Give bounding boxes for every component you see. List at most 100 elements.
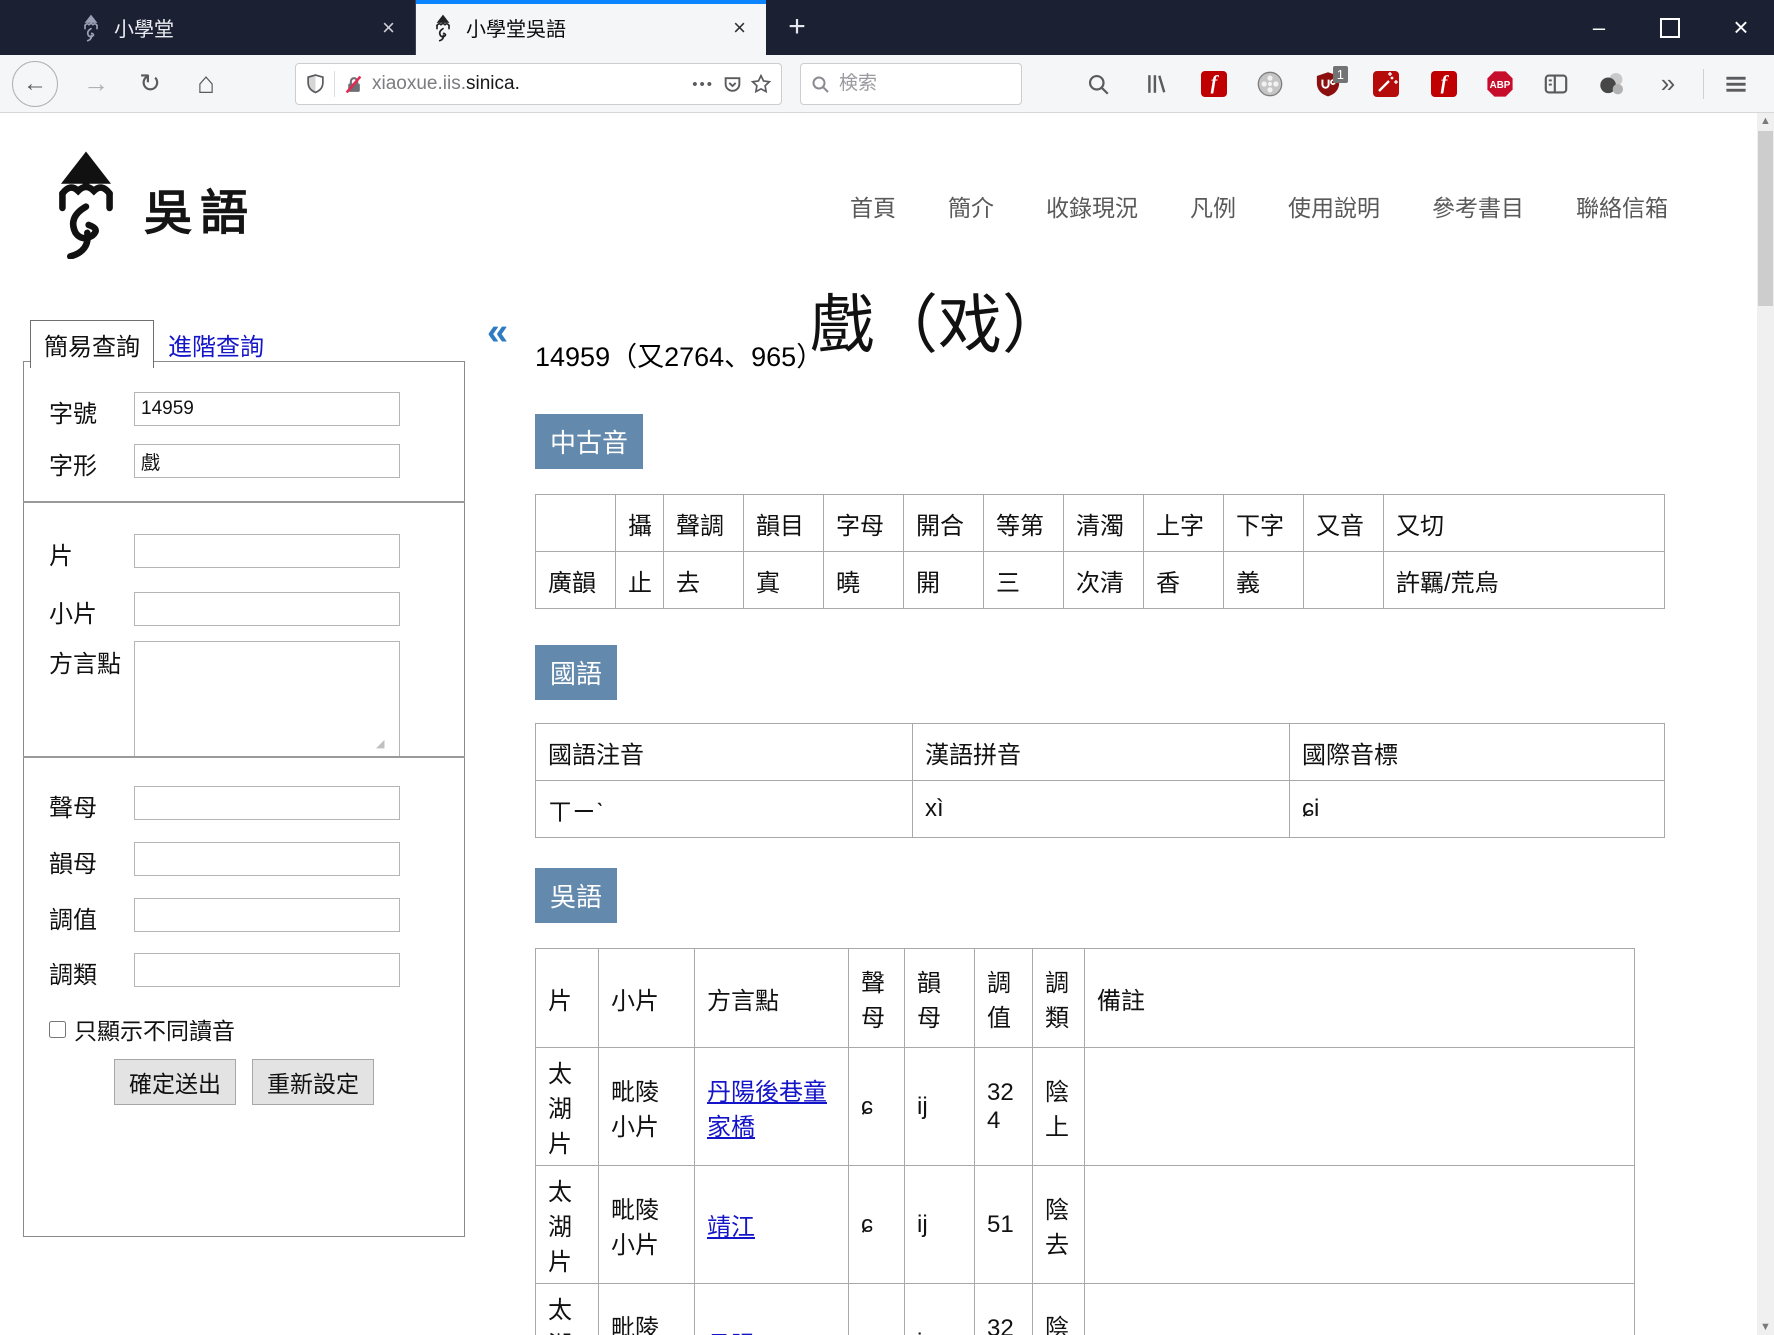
tab-simple-query[interactable]: 簡易查詢 (30, 320, 154, 368)
label-zixing: 字形 (49, 453, 97, 480)
dialect-point-link[interactable]: 丹陽後巷童家橋 (707, 1079, 827, 1141)
mandarin-table: 國語注音 漢語拼音 國際音標 ㄒㄧˋ xì ɕi (535, 723, 1665, 838)
submit-button[interactable]: 確定送出 (114, 1059, 236, 1105)
pocket-icon[interactable] (723, 75, 742, 94)
shengmu-input[interactable] (134, 786, 400, 820)
table-header-row: 國語注音 漢語拼音 國際音標 (535, 723, 1665, 781)
home-button[interactable]: ⌂ (186, 64, 226, 104)
insecure-lock-icon[interactable] (344, 75, 363, 94)
table-row: 太湖片毗陵小片 丹陽 ɕiz 324陰去 (535, 1283, 1635, 1335)
site-logo[interactable]: 吳語 (44, 149, 256, 259)
url-text[interactable]: xiaoxue.iis.sinica. (372, 73, 683, 95)
search-input[interactable] (837, 72, 1011, 96)
label-shengmu: 聲母 (49, 795, 97, 822)
browser-tab-xiaoxuetang[interactable]: 小學堂 × (64, 0, 416, 55)
zixing-input[interactable] (134, 444, 400, 478)
abp-label: ABP (1490, 80, 1511, 91)
maximize-icon (1660, 17, 1680, 38)
pian-input[interactable] (134, 534, 400, 568)
tab-title: 小學堂吳語 (466, 19, 566, 41)
video-downloader-icon[interactable] (1254, 68, 1286, 100)
nav-coverage[interactable]: 收錄現況 (1046, 189, 1138, 223)
spheres-addon-icon[interactable] (1596, 68, 1628, 100)
more-tools-icon[interactable]: » (1652, 68, 1684, 100)
nav-intro[interactable]: 簡介 (948, 189, 994, 223)
tracking-shield-icon[interactable] (306, 74, 325, 94)
url-subdomain: xiaoxue.iis. (372, 73, 466, 94)
forward-button[interactable]: → (76, 64, 116, 104)
nav-instructions[interactable]: 使用說明 (1288, 189, 1380, 223)
site-favicon-icon (84, 14, 98, 41)
label-pian: 片 (49, 543, 73, 570)
form-divider (23, 501, 465, 503)
back-button[interactable]: ← (12, 60, 58, 107)
collapse-sidebar-button[interactable]: « (487, 313, 508, 351)
nav-bibliography[interactable]: 參考書目 (1432, 189, 1524, 223)
table-header-row: 片小片 方言點 聲母 韻母 調值 調類 備註 (535, 948, 1635, 1048)
tab-title: 小學堂 (114, 19, 174, 41)
diaolei-input[interactable] (134, 953, 400, 987)
table-row: ㄒㄧˋ xì ɕi (535, 780, 1665, 838)
adblock-plus-icon[interactable]: ABP (1484, 68, 1516, 100)
query-form-panel: 字號 字形 片 小片 方言點 ◢ 聲母 韻母 調值 調類 只顯示不同讀音 確定送… (23, 361, 465, 1237)
scroll-down-icon[interactable]: ▼ (1757, 1319, 1774, 1335)
ublock-origin-icon[interactable]: 1 (1312, 65, 1348, 100)
label-yunmu: 韻母 (49, 851, 97, 878)
new-tab-button[interactable]: + (778, 8, 816, 46)
nav-contact[interactable]: 聯絡信箱 (1576, 189, 1668, 223)
nav-conventions[interactable]: 凡例 (1190, 189, 1236, 223)
form-divider (23, 756, 465, 758)
diaozhi-input[interactable] (134, 898, 400, 932)
library-icon[interactable] (1140, 68, 1172, 100)
different-readings-checkbox-row: 只顯示不同讀音 (49, 1012, 235, 1046)
vertical-scrollbar[interactable]: ▲ ▼ (1757, 113, 1774, 1335)
scroll-up-icon[interactable]: ▲ (1757, 113, 1774, 129)
label-diaozhi: 調值 (49, 907, 97, 934)
maximize-button[interactable] (1641, 0, 1699, 55)
textarea-resize-grip[interactable]: ◢ (376, 737, 384, 750)
logo-wordmark: 吳語 (144, 187, 257, 240)
reset-button[interactable]: 重新設定 (252, 1059, 374, 1105)
xiaopian-input[interactable] (134, 592, 400, 626)
tab-close-icon[interactable]: × (729, 15, 750, 41)
downthemall-wand-icon[interactable] (1370, 68, 1402, 100)
table-row: 廣韻止 去寘 曉開 三次清 香義 許羈/荒烏 (535, 551, 1665, 609)
fangyandian-textarea[interactable] (134, 641, 400, 757)
search-icon (812, 76, 829, 93)
reload-button[interactable]: ↻ (130, 64, 170, 104)
url-divider (334, 71, 335, 97)
dialect-point-link[interactable]: 靖江 (707, 1214, 755, 1241)
window-close-button[interactable]: × (1712, 0, 1770, 55)
browser-tab-xiaoxuetang-wuyu[interactable]: 小學堂吳語 × (416, 0, 766, 55)
label-diaolei: 調類 (49, 962, 97, 989)
table-row: 太湖片 毗陵小片 靖江 ɕ ij 51 陰去 (535, 1165, 1635, 1284)
table-header-row: 攝 聲調 韻目 字母 開合 等第 清濁 上字 下字 又音 又切 (535, 494, 1665, 552)
character-id-line: 14959（又2764、965） (535, 342, 824, 372)
url-domain: sinica. (466, 73, 520, 94)
search-bar[interactable] (800, 63, 1022, 105)
seal-script-logo-icon (59, 151, 113, 259)
section-badge-wu: 吳語 (535, 868, 618, 923)
minimize-button[interactable]: – (1570, 0, 1628, 55)
url-bar[interactable]: xiaoxue.iis.sinica. ••• (295, 63, 782, 105)
nav-home[interactable]: 首頁 (850, 189, 896, 223)
flash-addon-icon[interactable]: f (1198, 68, 1230, 100)
site-favicon-icon (436, 14, 450, 41)
zihao-input[interactable] (134, 392, 400, 426)
yunmu-input[interactable] (134, 842, 400, 876)
page-actions-icon[interactable]: ••• (692, 76, 714, 93)
flash-player-icon[interactable]: f (1428, 68, 1460, 100)
toolbar-search-icon[interactable] (1082, 68, 1114, 100)
sidebar-toggle-icon[interactable] (1540, 68, 1572, 100)
section-badge-middle-chinese: 中古音 (535, 414, 644, 469)
tab-advanced-query[interactable]: 進階查詢 (168, 327, 264, 362)
scrollbar-thumb[interactable] (1758, 131, 1773, 306)
menu-hamburger-icon[interactable] (1720, 68, 1752, 100)
main-navigation: 首頁 簡介 收錄現況 凡例 使用說明 參考書目 聯絡信箱 (600, 189, 1668, 223)
different-readings-checkbox[interactable] (49, 1020, 66, 1038)
table-row: 太湖片 毗陵小片 丹陽後巷童家橋 ɕ ij 324 陰上 (535, 1047, 1635, 1166)
browser-titlebar: 小學堂 × 小學堂吳語 × + – × (0, 0, 1774, 55)
tab-close-icon[interactable]: × (378, 15, 399, 41)
bookmark-star-icon[interactable] (751, 74, 771, 94)
wu-dialect-table: 片小片 方言點 聲母 韻母 調值 調類 備註 太湖片 毗陵小片 丹陽後巷童家橋 ɕ ij … (535, 948, 1635, 1335)
